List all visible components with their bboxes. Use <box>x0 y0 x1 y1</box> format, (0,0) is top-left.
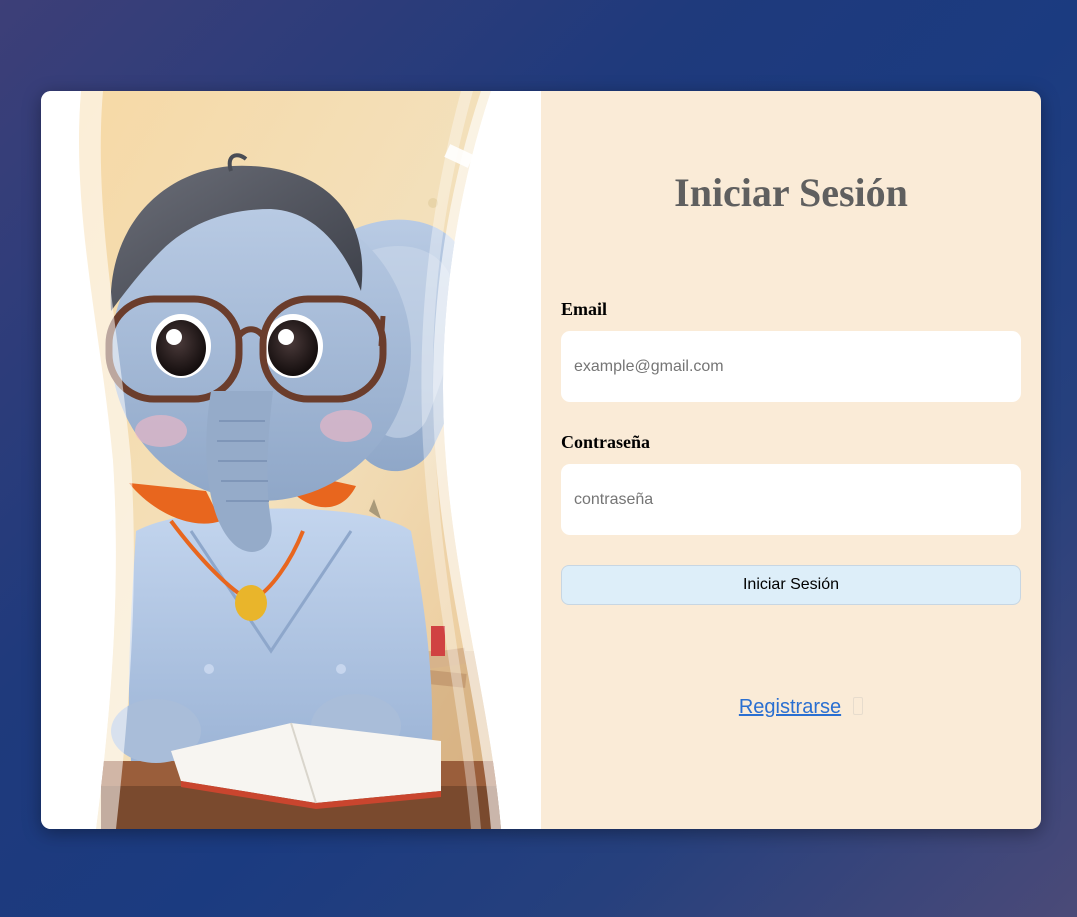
illustration-panel <box>41 91 541 829</box>
page-title: Iniciar Sesión <box>674 170 908 215</box>
login-card: Iniciar Sesión Email Contraseña Iniciar … <box>41 91 1041 829</box>
register-row: Registrarse <box>541 696 1041 719</box>
register-link[interactable]: Registrarse <box>739 696 841 718</box>
elephant-reading-illustration <box>41 91 541 829</box>
email-label: Email <box>561 299 608 319</box>
login-button[interactable]: Iniciar Sesión <box>561 565 1021 605</box>
password-label: Contraseña <box>561 432 650 452</box>
password-field[interactable] <box>561 464 1021 535</box>
broken-image-icon <box>853 697 864 715</box>
login-form-panel: Iniciar Sesión Email Contraseña Iniciar … <box>541 91 1041 829</box>
email-field[interactable] <box>561 331 1021 402</box>
